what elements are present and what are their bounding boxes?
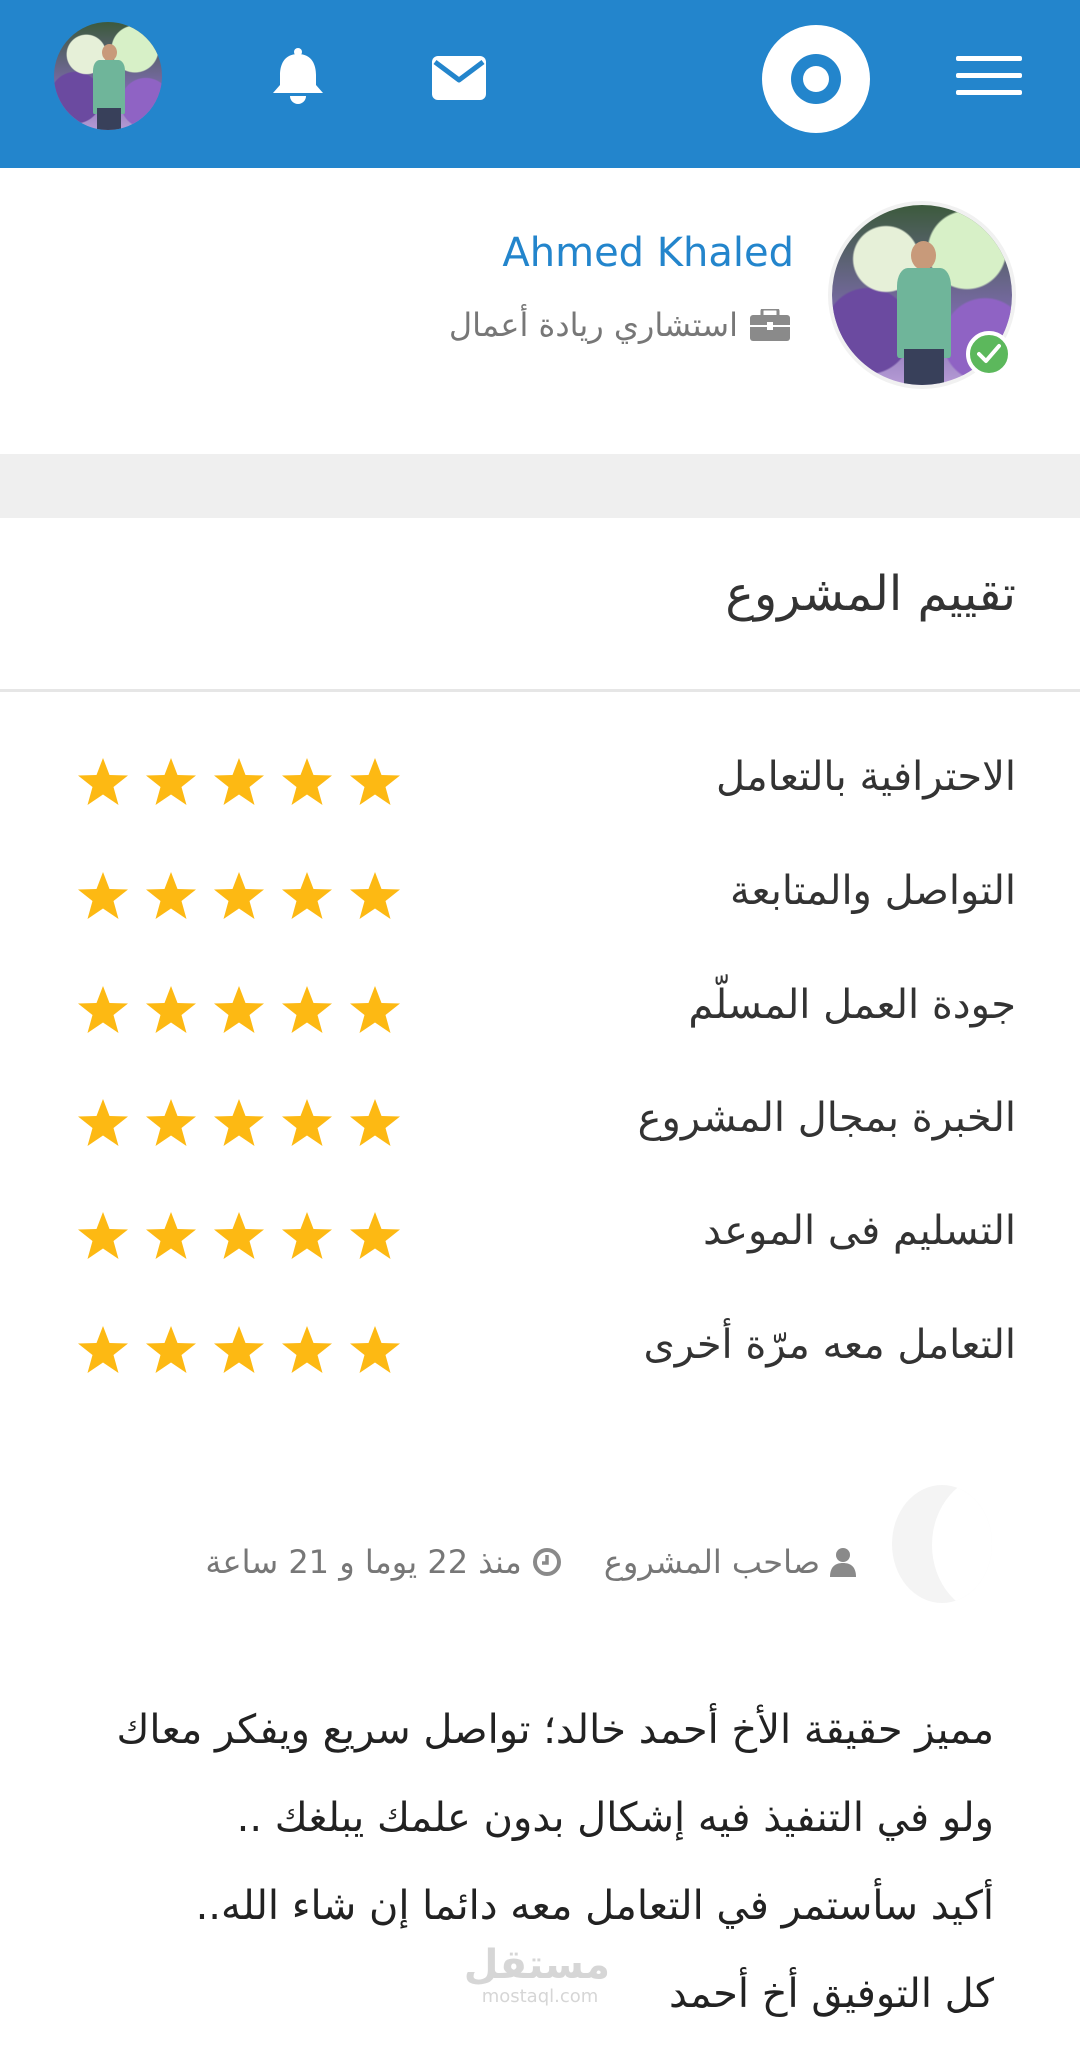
rating-row: التواصل والمتابعة — [0, 852, 1080, 942]
star-icon — [78, 1099, 128, 1146]
star-icon — [282, 1212, 332, 1259]
top-navbar — [0, 0, 1080, 168]
user-icon — [830, 1548, 856, 1577]
menu-icon-line — [956, 90, 1022, 95]
profile-title: استشاري ريادة أعمال — [449, 306, 790, 344]
star-icon — [350, 758, 400, 805]
star-icon — [350, 1212, 400, 1259]
star-icon — [214, 872, 264, 919]
star-icon — [214, 758, 264, 805]
section-divider — [0, 454, 1080, 518]
star-icon — [146, 758, 196, 805]
star-rating — [76, 1097, 402, 1151]
star-icon — [214, 1099, 264, 1146]
mostaql-watermark: مستقل mostaql.com — [463, 1942, 610, 2013]
star-icon — [78, 986, 128, 1033]
star-icon — [146, 986, 196, 1033]
rating-label: الخبرة بمجال المشروع — [637, 1095, 1016, 1141]
rating-row: التعامل معه مرّة أخرى — [0, 1306, 1080, 1396]
rating-row: التسليم فى الموعد — [0, 1192, 1080, 1282]
menu-icon-line — [956, 73, 1022, 78]
rating-label: التسليم فى الموعد — [703, 1208, 1016, 1254]
star-icon — [78, 1326, 128, 1373]
profile-name-link[interactable]: Ahmed Khaled — [502, 230, 794, 276]
rating-label: الاحترافية بالتعامل — [715, 754, 1016, 800]
watermark-arabic: مستقل — [463, 1942, 610, 1988]
user-avatar-button[interactable] — [54, 22, 162, 130]
briefcase-icon — [750, 309, 790, 341]
star-icon — [350, 1326, 400, 1373]
notifications-button[interactable] — [270, 47, 326, 105]
logo-icon — [791, 54, 841, 104]
messages-button[interactable] — [432, 56, 486, 100]
reviewer-avatar — [892, 1485, 992, 1603]
star-icon — [282, 872, 332, 919]
star-icon — [282, 1099, 332, 1146]
menu-icon-line — [956, 56, 1022, 61]
review-meta-line: صاحب المشروع منذ 22 يوما و 21 ساعة — [205, 1543, 856, 1581]
star-rating — [76, 1210, 402, 1264]
star-icon — [350, 872, 400, 919]
review-time: منذ 22 يوما و 21 ساعة — [205, 1543, 522, 1581]
rating-card: تقييم المشروع الاحترافية بالتعامل التواص… — [0, 518, 1080, 2067]
rating-section-title: تقييم المشروع — [725, 566, 1016, 622]
rating-divider — [0, 689, 1080, 692]
rating-row: الاحترافية بالتعامل — [0, 738, 1080, 828]
star-rating — [76, 756, 402, 810]
rating-label: التواصل والمتابعة — [730, 868, 1016, 914]
star-icon — [78, 758, 128, 805]
star-rating — [76, 984, 402, 1038]
star-icon — [214, 1326, 264, 1373]
star-rating — [76, 870, 402, 924]
star-icon — [78, 1212, 128, 1259]
star-icon — [214, 1212, 264, 1259]
bell-icon — [273, 48, 323, 104]
rating-label: التعامل معه مرّة أخرى — [643, 1322, 1016, 1368]
verified-badge-icon — [966, 331, 1012, 377]
review-line: مميز حقيقة الأخ أحمد خالد؛ تواصل سريع وي… — [116, 1707, 994, 1753]
watermark-latin: mostaql.com — [481, 1986, 599, 2007]
menu-button[interactable] — [956, 52, 1028, 100]
star-icon — [282, 1326, 332, 1373]
profile-title-text: استشاري ريادة أعمال — [448, 306, 738, 344]
star-icon — [78, 872, 128, 919]
star-icon — [282, 986, 332, 1033]
review-line: ولو في التنفيذ فيه إشكال بدون علمك يبلغك… — [236, 1795, 994, 1841]
mail-icon — [432, 56, 486, 100]
star-icon — [146, 1326, 196, 1373]
rating-label: جودة العمل المسلّم — [688, 982, 1016, 1028]
star-icon — [350, 986, 400, 1033]
profile-header: Ahmed Khaled استشاري ريادة أعمال — [0, 168, 1080, 454]
star-icon — [146, 872, 196, 919]
star-icon — [282, 758, 332, 805]
rating-row: جودة العمل المسلّم — [0, 966, 1080, 1056]
star-icon — [214, 986, 264, 1033]
star-icon — [350, 1099, 400, 1146]
review-author-role: صاحب المشروع — [603, 1543, 820, 1581]
clock-icon — [532, 1548, 561, 1576]
star-icon — [146, 1212, 196, 1259]
review-meta: صاحب المشروع منذ 22 يوما و 21 ساعة — [0, 1485, 1080, 1605]
rating-row: الخبرة بمجال المشروع — [0, 1079, 1080, 1169]
avatar — [54, 22, 162, 130]
star-icon — [146, 1099, 196, 1146]
logo-button[interactable] — [762, 25, 870, 133]
star-rating — [76, 1324, 402, 1378]
review-line: أكيد سأستمر في التعامل معه دائما إن شاء … — [195, 1883, 994, 1929]
